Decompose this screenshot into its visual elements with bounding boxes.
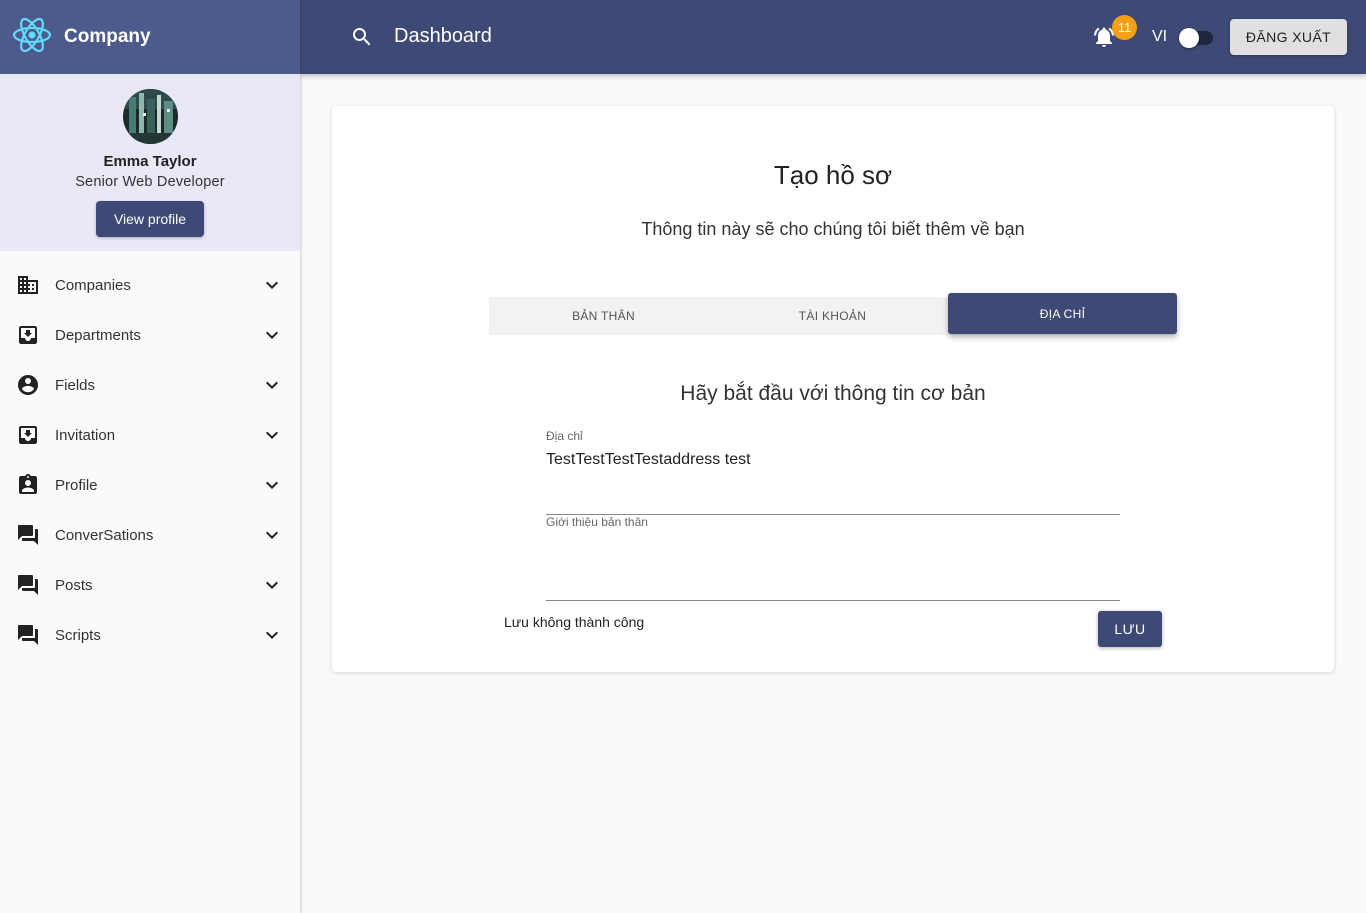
card-subtitle: Thông tin này sẽ cho chúng tôi biết thêm…	[641, 219, 1025, 239]
chevron-down-icon	[260, 423, 284, 447]
address-input[interactable]: TestTestTestTestaddress test	[546, 451, 1120, 469]
sidebar-item-label: Companies	[55, 276, 131, 294]
save-status-message: Lưu không thành công	[504, 614, 645, 630]
create-profile-card: Tạo hồ sơ Thông tin này sẽ cho chúng tôi…	[332, 106, 1334, 672]
sidebar-item-label: ConverSations	[55, 526, 154, 544]
save-button[interactable]: LƯU	[1098, 611, 1162, 647]
sidebar-item-label: Invitation	[55, 426, 116, 444]
forum-icon	[16, 623, 40, 647]
tab-dia-chi[interactable]: ĐỊA CHỈ	[948, 293, 1177, 334]
react-atom-icon	[12, 15, 52, 60]
sidebar-nav: Companies Departments Fields Invitation …	[0, 251, 300, 660]
chevron-down-icon	[260, 473, 284, 497]
sidebar-item-profile[interactable]: Profile	[0, 460, 300, 510]
address-field[interactable]: Địa chỉ TestTestTestTestaddress test	[546, 429, 1120, 515]
tab-tai-khoan[interactable]: TÀI KHOẢN	[718, 297, 947, 335]
bio-underline	[546, 600, 1120, 601]
page-title: Dashboard	[394, 25, 492, 47]
top-app-bar: Dashboard 11 VI ĐĂNG XUẤT	[300, 0, 1366, 74]
sidebar-item-label: Profile	[55, 476, 98, 494]
profile-card: Emma Taylor Senior Web Developer View pr…	[0, 74, 300, 251]
sidebar-item-label: Departments	[55, 326, 141, 344]
chevron-down-icon	[260, 623, 284, 647]
chevron-down-icon	[260, 373, 284, 397]
section-heading: Hãy bắt đầu với thông tin cơ bản	[680, 382, 986, 405]
domain-icon	[16, 273, 40, 297]
sidebar-item-conversations[interactable]: ConverSations	[0, 510, 300, 560]
chevron-down-icon	[260, 273, 284, 297]
sidebar-item-companies[interactable]: Companies	[0, 260, 300, 310]
language-indicator[interactable]: VI	[1152, 28, 1167, 46]
assignment-ind-icon	[16, 473, 40, 497]
chevron-down-icon	[260, 573, 284, 597]
view-profile-button[interactable]: View profile	[96, 201, 204, 237]
sidebar-item-invitation[interactable]: Invitation	[0, 410, 300, 460]
bio-field[interactable]: Giới thiệu bản thân	[546, 515, 1120, 601]
avatar	[122, 89, 178, 144]
forum-icon	[16, 573, 40, 597]
brand-header[interactable]: Company	[0, 0, 300, 74]
brand-name: Company	[64, 26, 151, 47]
user-role: Senior Web Developer	[75, 174, 225, 190]
sidebar: Company Emma Taylor Senior Web Developer…	[0, 0, 300, 913]
address-label: Địa chỉ	[546, 429, 583, 443]
user-name: Emma Taylor	[103, 153, 197, 170]
inbox-icon	[16, 323, 40, 347]
logout-button[interactable]: ĐĂNG XUẤT	[1230, 19, 1347, 55]
chevron-down-icon	[260, 523, 284, 547]
sidebar-item-label: Scripts	[55, 626, 101, 644]
bio-label: Giới thiệu bản thân	[546, 515, 648, 529]
dark-mode-toggle[interactable]	[1179, 27, 1215, 49]
toggle-thumb	[1179, 28, 1199, 48]
card-title: Tạo hồ sơ	[773, 160, 893, 190]
sidebar-item-scripts[interactable]: Scripts	[0, 610, 300, 660]
notification-count-badge: 11	[1112, 15, 1137, 40]
sidebar-item-posts[interactable]: Posts	[0, 560, 300, 610]
sidebar-item-fields[interactable]: Fields	[0, 360, 300, 410]
inbox-icon	[16, 423, 40, 447]
search-icon[interactable]	[350, 25, 374, 49]
chevron-down-icon	[260, 323, 284, 347]
forum-icon	[16, 523, 40, 547]
tab-ban-than[interactable]: BẢN THÂN	[489, 297, 718, 335]
sidebar-item-label: Fields	[55, 376, 96, 394]
sidebar-item-label: Posts	[55, 576, 93, 594]
account-circle-icon	[16, 373, 40, 397]
sidebar-item-departments[interactable]: Departments	[0, 310, 300, 360]
